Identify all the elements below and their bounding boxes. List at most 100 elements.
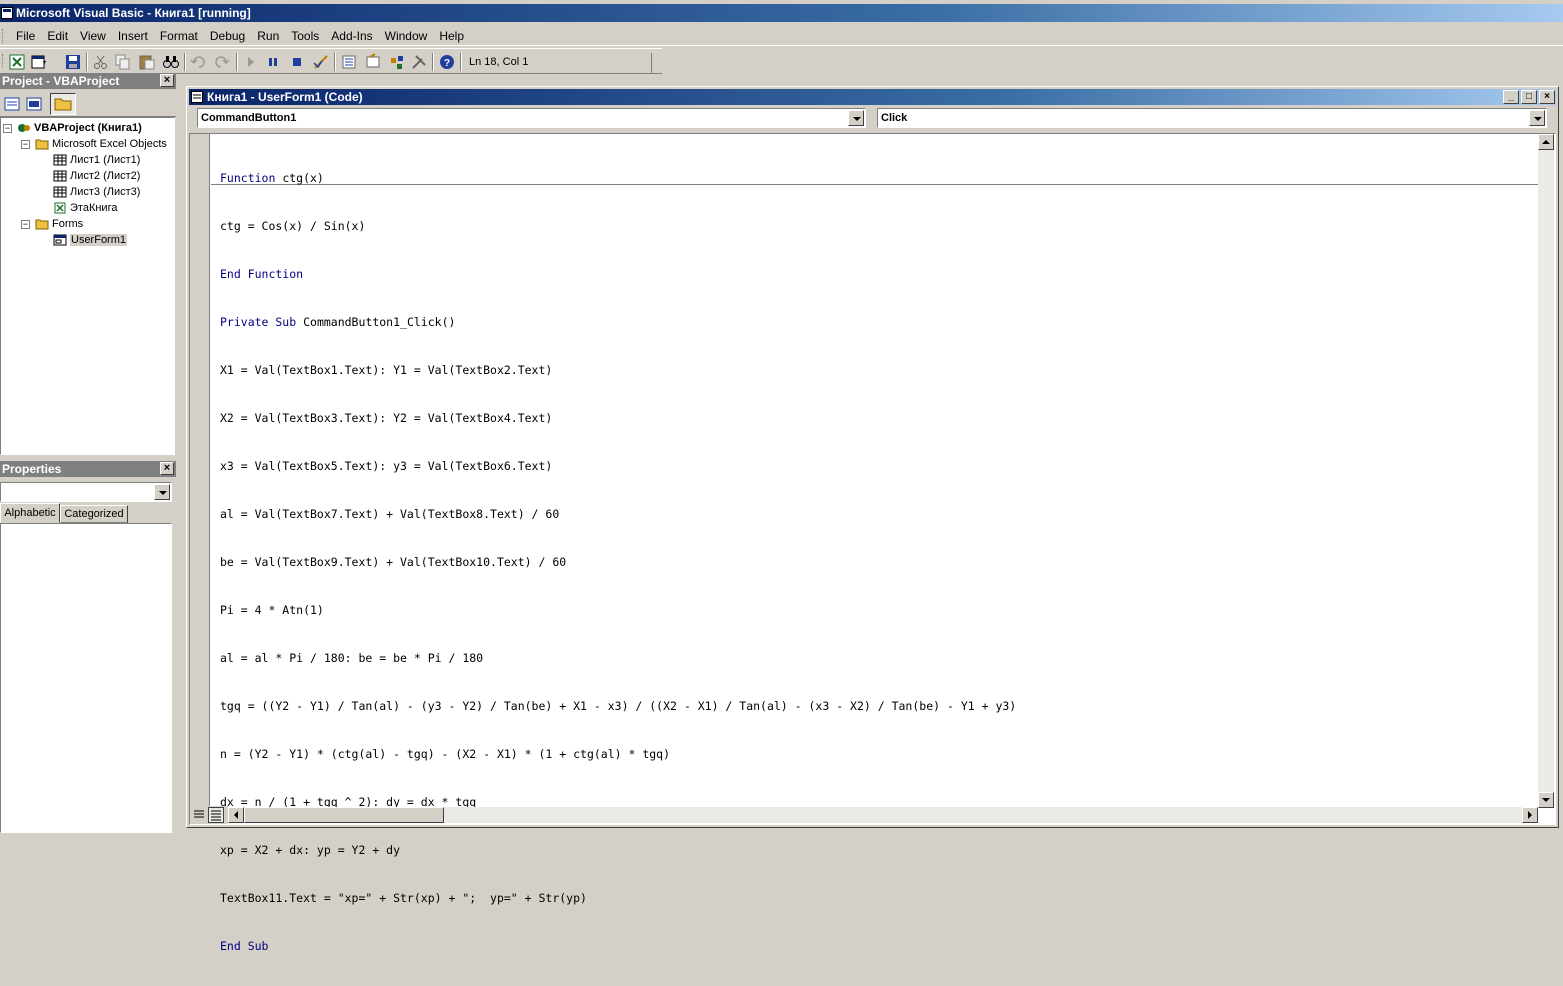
project-panel-title: Project - VBAProject <box>0 73 176 89</box>
menu-debug[interactable]: Debug <box>204 27 251 45</box>
code-line[interactable]: xp = X2 + dx: yp = Y2 + dy <box>220 842 1016 858</box>
cut-icon[interactable] <box>92 53 110 71</box>
tree-node-userform1[interactable]: UserForm1 <box>53 232 128 248</box>
code-line[interactable]: tgq = ((Y2 - Y1) / Tan(al) - (y3 - Y2) /… <box>220 698 1016 714</box>
tree-node-vbaproject[interactable]: VBAProject (Книга1) <box>17 120 142 136</box>
toolbox-icon[interactable] <box>410 53 428 71</box>
toolbar-separator <box>334 53 336 71</box>
code-line[interactable]: Pi = 4 * Atn(1) <box>220 602 1016 618</box>
tree-node-sheet3[interactable]: Лист3 (Лист3) <box>53 184 140 200</box>
menu-tools[interactable]: Tools <box>285 27 325 45</box>
chevron-down-icon[interactable] <box>848 110 864 126</box>
folder-open-icon <box>35 219 49 230</box>
code-window-icon <box>191 91 203 103</box>
horizontal-scroll-thumb[interactable] <box>244 807 444 823</box>
menubar-grip[interactable] <box>2 28 5 43</box>
code-line[interactable]: n = (Y2 - Y1) * (ctg(al) - tgq) - (X2 - … <box>220 746 1016 762</box>
vertical-scrollbar[interactable] <box>1538 134 1554 808</box>
undo-icon[interactable] <box>190 53 208 71</box>
insert-userform-icon[interactable] <box>30 53 48 71</box>
close-button[interactable]: × <box>1539 90 1555 104</box>
code-line[interactable]: Function ctg(x) <box>220 170 1016 186</box>
scroll-down-button[interactable] <box>1538 792 1554 808</box>
tree-node-thisworkbook[interactable]: ЭтаКнига <box>53 200 117 216</box>
break-icon[interactable] <box>264 53 282 71</box>
object-browser-icon[interactable] <box>388 53 406 71</box>
tree-node-forms[interactable]: Forms <box>35 216 83 232</box>
code-lines[interactable]: Function ctg(x) ctg = Cos(x) / Sin(x) En… <box>220 138 1016 986</box>
tab-alphabetic[interactable]: Alphabetic <box>0 503 60 523</box>
vba-app-icon <box>1 7 13 19</box>
copy-icon[interactable] <box>114 53 132 71</box>
help-icon[interactable]: ? <box>438 53 456 71</box>
paste-icon[interactable] <box>138 53 156 71</box>
toggle-folders-button[interactable] <box>50 93 76 115</box>
toolbar-grip[interactable] <box>2 54 5 68</box>
menu-insert[interactable]: Insert <box>112 27 154 45</box>
minimize-button[interactable]: _ <box>1503 90 1519 104</box>
menu-edit[interactable]: Edit <box>41 27 74 45</box>
save-icon[interactable] <box>64 53 82 71</box>
project-explorer-icon[interactable] <box>340 53 358 71</box>
menu-format[interactable]: Format <box>154 27 204 45</box>
excel-view-icon[interactable] <box>8 53 26 71</box>
code-window-title-bar: Книга1 - UserForm1 (Code) _ □ × <box>189 89 1556 105</box>
menu-file[interactable]: File <box>10 27 41 45</box>
full-module-view-icon[interactable] <box>208 807 224 823</box>
properties-grid[interactable] <box>0 523 172 833</box>
scroll-left-button[interactable] <box>228 807 244 823</box>
scroll-right-button[interactable] <box>1522 807 1538 823</box>
run-icon[interactable] <box>242 53 260 71</box>
view-object-icon[interactable] <box>25 95 43 113</box>
code-line[interactable]: End Function <box>220 266 1016 282</box>
tree-node-excel-objects[interactable]: Microsoft Excel Objects <box>35 136 167 152</box>
code-line[interactable]: X1 = Val(TextBox1.Text): Y1 = Val(TextBo… <box>220 362 1016 378</box>
object-combo[interactable]: CommandButton1 <box>197 108 866 128</box>
toolbar-separator <box>86 53 88 71</box>
code-line[interactable]: Private Sub CommandButton1_Click() <box>220 314 1016 330</box>
find-icon[interactable] <box>162 53 180 71</box>
menu-window[interactable]: Window <box>379 27 434 45</box>
userform-icon <box>53 234 67 246</box>
code-line[interactable]: X2 = Val(TextBox3.Text): Y2 = Val(TextBo… <box>220 410 1016 426</box>
scroll-up-button[interactable] <box>1538 134 1554 150</box>
project-panel-close-button[interactable]: × <box>160 74 174 87</box>
properties-window-icon[interactable] <box>364 53 382 71</box>
design-mode-icon[interactable] <box>312 53 330 71</box>
standard-toolbar: ? Ln 18, Col 1 <box>0 48 662 74</box>
horizontal-scrollbar[interactable] <box>228 807 1538 823</box>
view-code-icon[interactable] <box>3 95 21 113</box>
tree-node-sheet1[interactable]: Лист1 (Лист1) <box>53 152 140 168</box>
menu-run[interactable]: Run <box>251 27 285 45</box>
code-line[interactable]: ctg = Cos(x) / Sin(x) <box>220 218 1016 234</box>
code-line[interactable]: End Sub <box>220 938 1016 954</box>
procedure-view-icon[interactable] <box>191 807 207 823</box>
tree-expander[interactable]: − <box>3 124 12 133</box>
code-line[interactable]: be = Val(TextBox9.Text) + Val(TextBox10.… <box>220 554 1016 570</box>
properties-panel-close-button[interactable]: × <box>160 462 174 475</box>
code-line[interactable]: al = Val(TextBox7.Text) + Val(TextBox8.T… <box>220 506 1016 522</box>
tree-expander[interactable]: − <box>21 140 30 149</box>
restore-button[interactable]: □ <box>1521 90 1537 104</box>
menu-add-ins[interactable]: Add-Ins <box>325 27 378 45</box>
reset-icon[interactable] <box>288 53 306 71</box>
margin-indicator-bar[interactable] <box>190 134 210 806</box>
code-line[interactable]: x3 = Val(TextBox5.Text): y3 = Val(TextBo… <box>220 458 1016 474</box>
code-editor[interactable]: Function ctg(x) ctg = Cos(x) / Sin(x) En… <box>189 133 1556 953</box>
code-line[interactable]: al = al * Pi / 180: be = be * Pi / 180 <box>220 650 1016 666</box>
properties-object-select[interactable] <box>0 482 172 502</box>
toolbar-overflow-button[interactable] <box>651 53 661 73</box>
menu-help[interactable]: Help <box>433 27 470 45</box>
tab-categorized[interactable]: Categorized <box>60 505 128 523</box>
project-tree[interactable]: − VBAProject (Книга1) − Microsoft Excel … <box>0 117 175 455</box>
menu-view[interactable]: View <box>74 27 112 45</box>
chevron-down-icon[interactable] <box>154 484 170 500</box>
tree-expander[interactable]: − <box>21 220 30 229</box>
redo-icon[interactable] <box>212 53 230 71</box>
arrow-up-icon <box>1542 140 1550 144</box>
tree-node-sheet2[interactable]: Лист2 (Лист2) <box>53 168 140 184</box>
procedure-combo[interactable]: Click <box>877 108 1547 128</box>
sheet-icon <box>53 154 67 166</box>
chevron-down-icon[interactable] <box>1529 110 1545 126</box>
code-line[interactable]: TextBox11.Text = "xp=" + Str(xp) + "; yp… <box>220 890 1016 906</box>
